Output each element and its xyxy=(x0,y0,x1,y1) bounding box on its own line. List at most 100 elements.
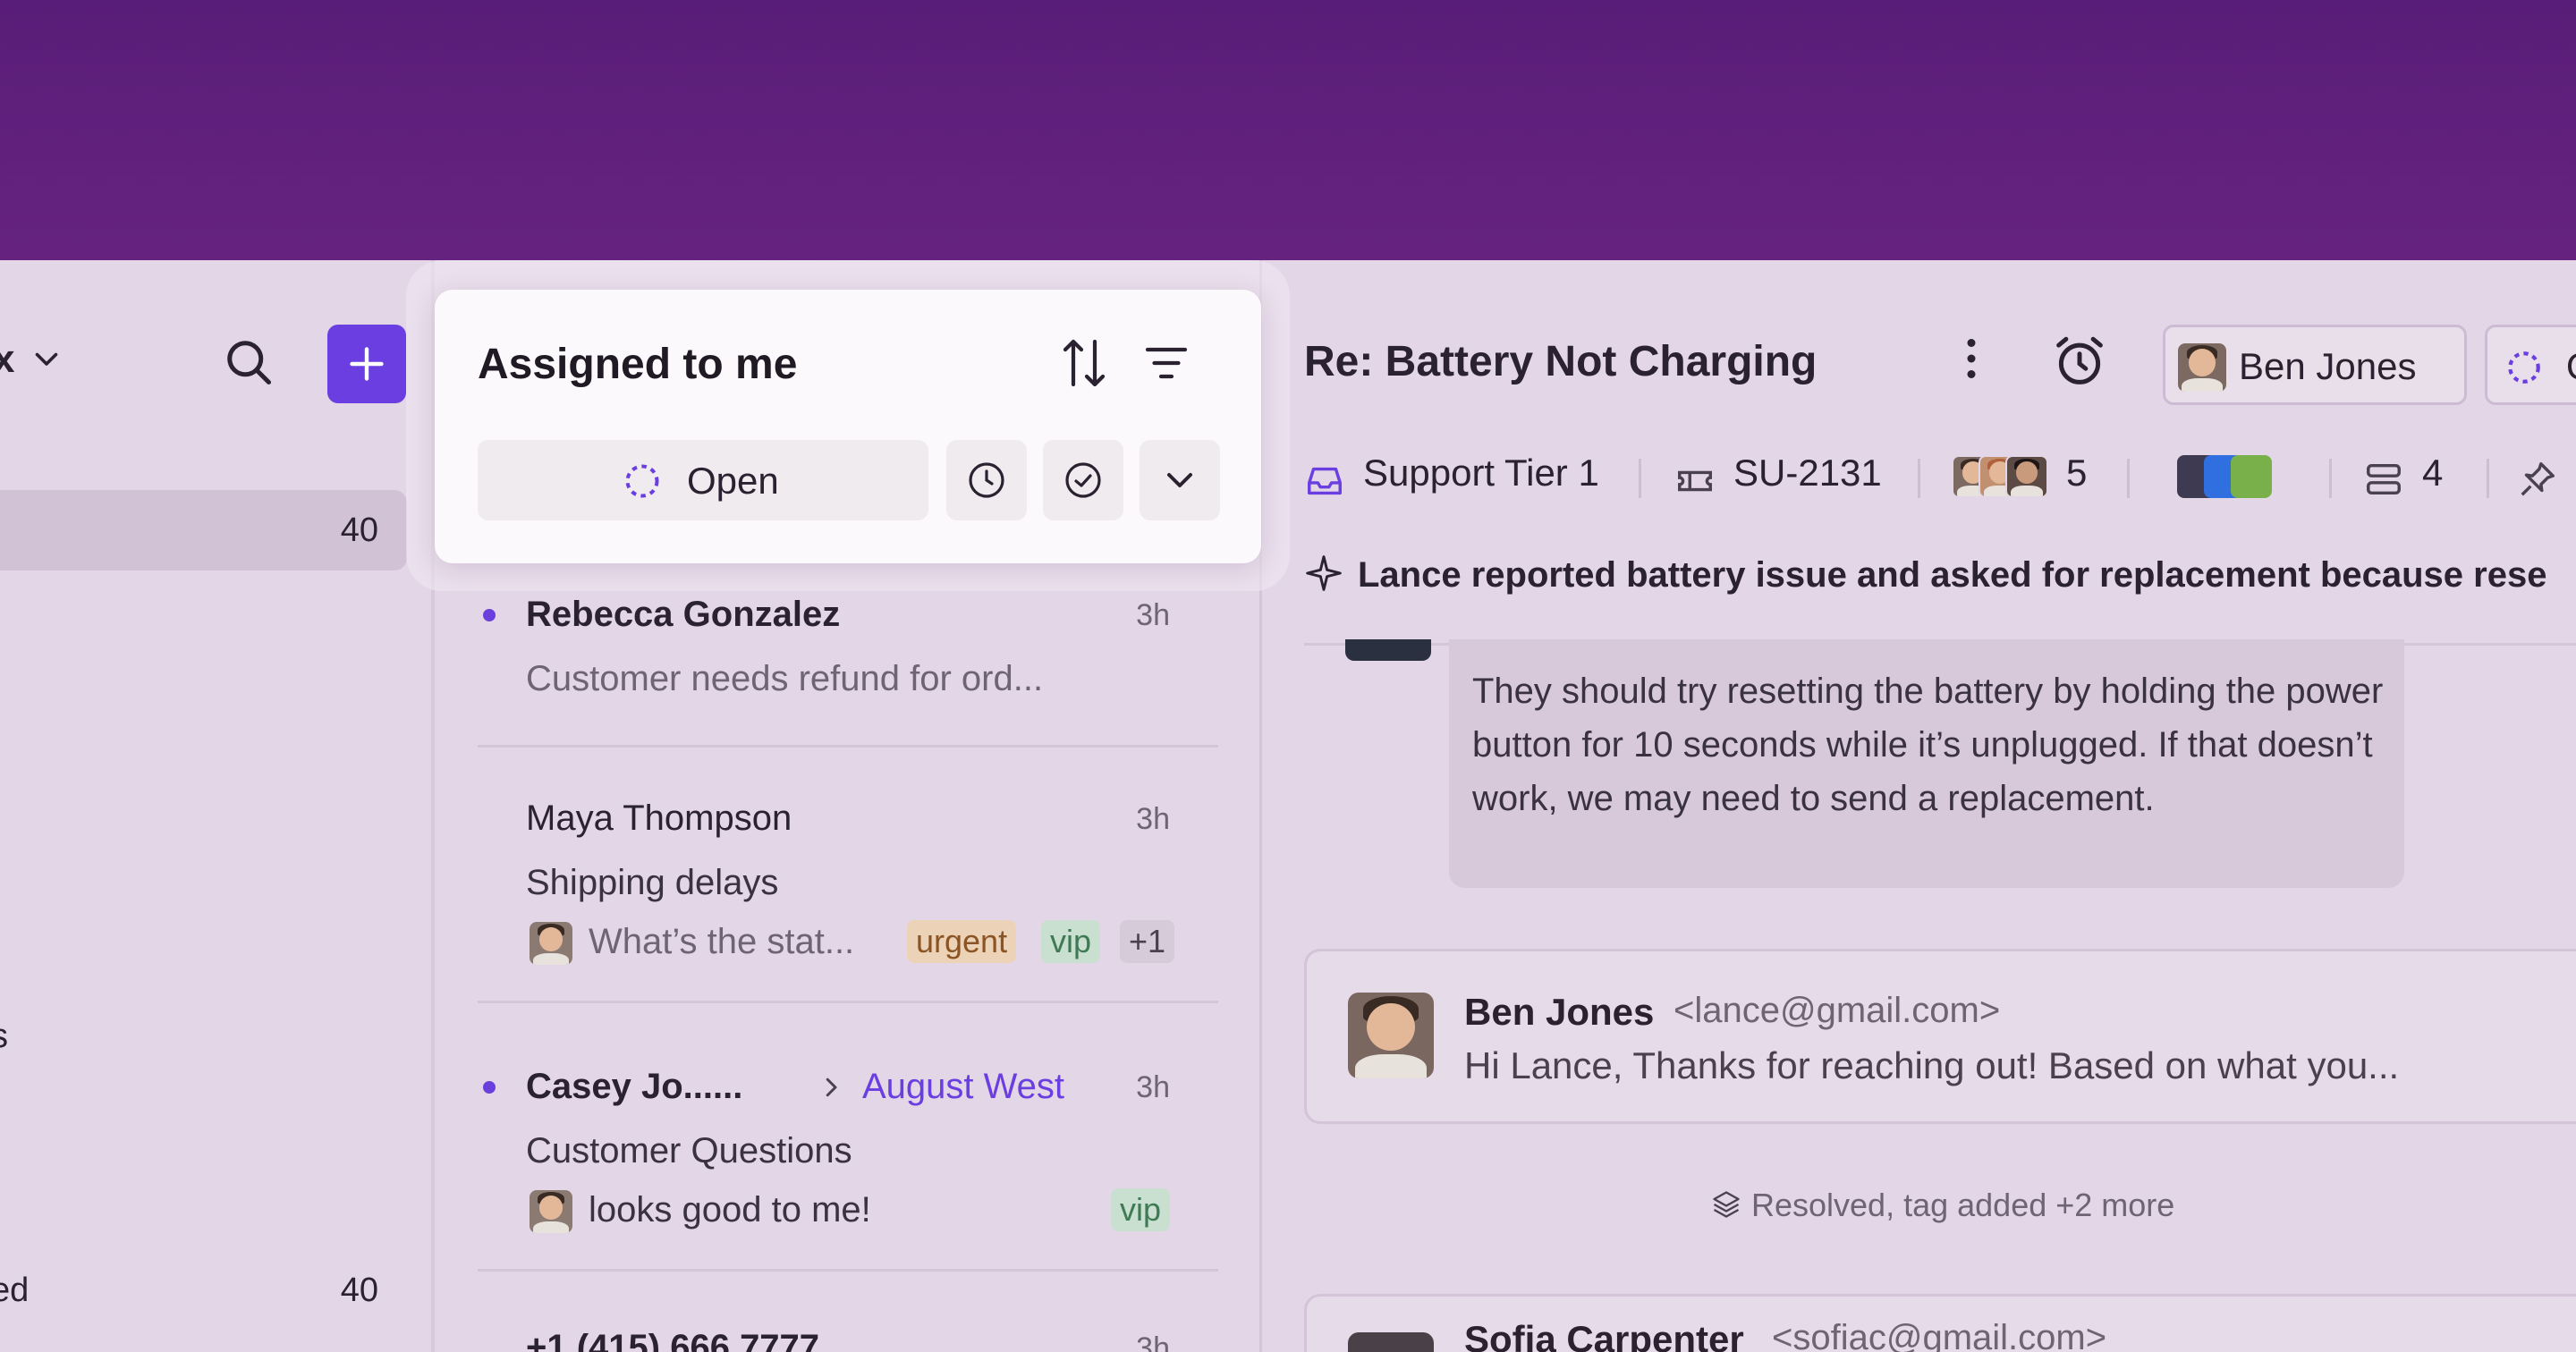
integration-icon xyxy=(2231,455,2272,498)
open-status-icon xyxy=(2508,351,2540,384)
unread-dot xyxy=(483,1081,496,1094)
tag-vip: vip xyxy=(1111,1188,1171,1231)
divider xyxy=(478,1001,1218,1003)
sidebar-item-count: 40 xyxy=(340,1272,378,1309)
inbox-icon xyxy=(1308,467,1342,495)
snoozed-filter-button[interactable] xyxy=(946,440,1027,520)
divider xyxy=(478,745,1218,748)
sidebar-item[interactable]: ed 40 xyxy=(0,1250,407,1331)
divider xyxy=(2487,459,2489,498)
sidebar-item-customer[interactable]: ustomer 40 xyxy=(0,1331,407,1352)
message-snippet: Hi Lance, Thanks for reaching out! Based… xyxy=(1464,1044,2400,1086)
open-status-icon xyxy=(625,464,659,498)
sidebar-item-count: 40 xyxy=(340,511,378,549)
participants-count[interactable]: 5 xyxy=(2066,452,2087,494)
message-sender: Ben Jones xyxy=(1464,991,1655,1033)
sidebar-item-label: s xyxy=(0,1018,8,1056)
subject-text: Customer Questions xyxy=(526,1131,852,1170)
ticket-icon xyxy=(1678,470,1712,492)
chevron-down-icon xyxy=(1167,473,1192,487)
status-filter-label: Open xyxy=(687,460,779,502)
contact-name: Rebecca Gonzalez xyxy=(526,595,841,634)
conversation-detail: Re: Battery Not Charging Ben Jones O Sup… xyxy=(1259,260,2576,1352)
resolved-filter-button[interactable] xyxy=(1043,440,1123,520)
divider xyxy=(1918,459,1920,498)
message-sender: Sofia Carpenter xyxy=(1464,1318,1744,1352)
sidebar-item[interactable]: s xyxy=(0,996,407,1077)
message-bubble: They should try resetting the battery by… xyxy=(1449,639,2404,888)
pin-icon[interactable] xyxy=(2517,459,2558,500)
layers-icon xyxy=(1713,1191,1740,1218)
list-item[interactable]: +1 (415) 666 7777 3h xyxy=(478,1321,1218,1352)
timestamp: 3h xyxy=(1136,1331,1170,1352)
inbox-title[interactable]: x xyxy=(0,337,14,382)
sidebar-item-label: ed xyxy=(0,1272,30,1309)
contact-name: +1 (415) 666 7777 xyxy=(526,1328,820,1352)
avatar xyxy=(2178,343,2226,392)
assignee-label: Ben Jones xyxy=(2239,345,2417,387)
avatar xyxy=(530,1190,572,1233)
divider xyxy=(2127,459,2130,498)
divider xyxy=(478,1269,1218,1272)
message-email: <sofiac@gmail.com> xyxy=(1772,1318,2107,1352)
alarm-icon[interactable] xyxy=(2050,332,2109,391)
assignee-name: August West xyxy=(862,1067,1065,1106)
timestamp: 3h xyxy=(1136,1070,1170,1104)
inbox-name[interactable]: Support Tier 1 xyxy=(1363,452,1599,494)
list-item[interactable]: Rebecca Gonzalez 3h Customer needs refun… xyxy=(478,582,1218,748)
chevron-down-icon[interactable] xyxy=(30,342,63,375)
contact-name: Casey Jo...... xyxy=(526,1067,743,1106)
activity-summary[interactable]: Resolved, tag added +2 more xyxy=(1713,1187,2175,1224)
check-circle-icon xyxy=(1065,462,1101,498)
status-button[interactable]: O xyxy=(2485,325,2576,405)
clock-icon xyxy=(969,462,1004,498)
message-card[interactable]: Sofia Carpenter <sofiac@gmail.com> xyxy=(1304,1294,2576,1352)
activity-text: Resolved, tag added +2 more xyxy=(1751,1187,2175,1223)
avatar xyxy=(2005,455,2048,498)
search-icon[interactable] xyxy=(222,335,275,389)
preview-text: looks good to me! xyxy=(589,1190,871,1229)
preview-text: What’s the stat... xyxy=(589,922,855,961)
message-email: <lance@gmail.com> xyxy=(1674,991,2001,1030)
subject-text: Shipping delays xyxy=(526,863,779,902)
message-text: They should try resetting the battery by… xyxy=(1472,672,2384,818)
more-filters-button[interactable] xyxy=(1140,440,1220,520)
sidebar-item-assigned[interactable]: 40 xyxy=(0,490,407,570)
more-vertical-icon[interactable] xyxy=(1945,332,1998,385)
list-item[interactable]: Casey Jo...... August West 3h Customer Q… xyxy=(478,1054,1218,1322)
ticket-id[interactable]: SU-2131 xyxy=(1733,452,1882,494)
compose-button[interactable] xyxy=(327,325,406,403)
divider xyxy=(2329,459,2332,498)
conversation-subject: Re: Battery Not Charging xyxy=(1304,338,1818,385)
database-icon xyxy=(2367,463,2401,495)
avatar xyxy=(1345,639,1431,661)
timestamp: 3h xyxy=(1136,598,1170,632)
avatar xyxy=(1348,1332,1434,1352)
plus-icon xyxy=(350,347,384,381)
message-card[interactable]: Ben Jones <lance@gmail.com> Hi Lance, Th… xyxy=(1304,949,2576,1124)
tag-urgent: urgent xyxy=(907,920,1017,963)
view-popover: Assigned to me Open xyxy=(435,290,1261,563)
divider xyxy=(1639,459,1641,498)
avatar xyxy=(1348,993,1434,1078)
integrations-count[interactable]: 4 xyxy=(2422,452,2443,494)
unread-dot xyxy=(483,609,496,621)
status-filter-button[interactable]: Open xyxy=(478,440,928,520)
sidebar: x 40 s ed 40 ustomer 40 xyxy=(0,260,408,1352)
assignee-button[interactable]: Ben Jones xyxy=(2163,325,2467,405)
filter-icon[interactable] xyxy=(1134,331,1199,395)
app-window: x 40 s ed 40 ustomer 40 xyxy=(0,260,2576,1352)
list-item[interactable]: Maya Thompson 3h Shipping delays What’s … xyxy=(478,786,1218,1054)
timestamp: 3h xyxy=(1136,802,1170,836)
contact-name: Maya Thompson xyxy=(526,799,792,838)
chevron-right-icon xyxy=(826,1077,837,1097)
status-label: O xyxy=(2566,345,2576,388)
avatar xyxy=(530,922,572,965)
view-title: Assigned to me xyxy=(478,341,798,388)
tag-more: +1 xyxy=(1120,920,1175,963)
ai-summary: Lance reported battery issue and asked f… xyxy=(1358,555,2547,595)
preview-text: Customer needs refund for ord... xyxy=(526,659,1044,698)
sort-icon[interactable] xyxy=(1052,331,1116,395)
tag-vip: vip xyxy=(1041,920,1101,963)
sparkle-icon xyxy=(1306,555,1342,591)
